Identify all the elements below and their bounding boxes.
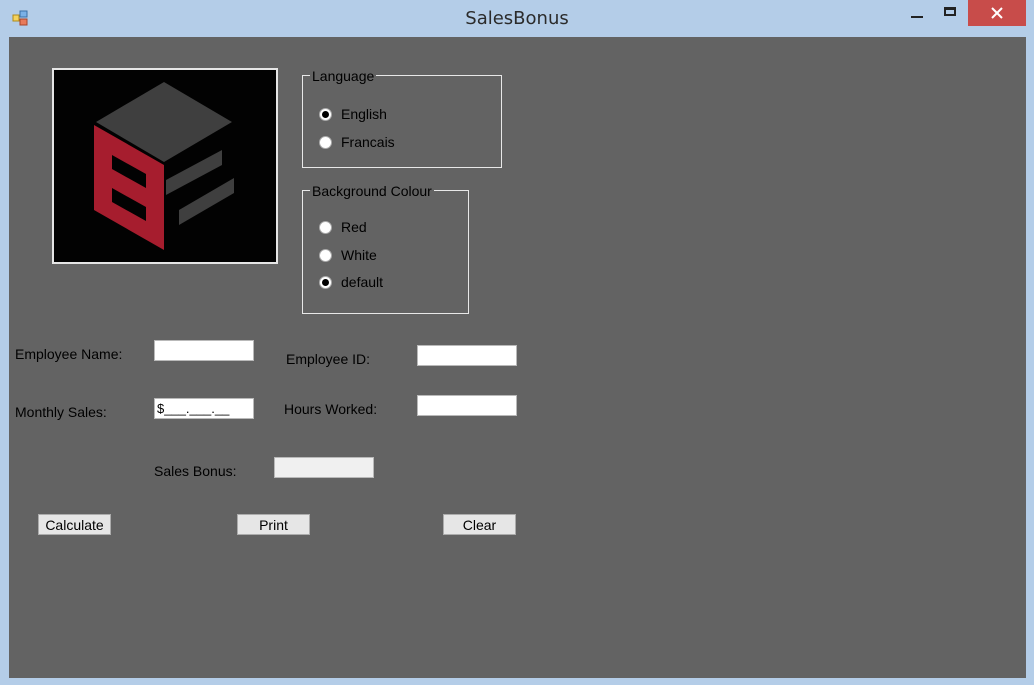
title-bar[interactable]: SalesBonus: [0, 0, 1034, 36]
radio-english-indicator[interactable]: [319, 107, 332, 121]
sales-bonus-output[interactable]: [274, 457, 374, 478]
form-client-area: Language English Francais Background Col…: [9, 37, 1026, 678]
background-colour-group: Background Colour Red White default: [302, 183, 469, 314]
employee-id-input[interactable]: [417, 345, 517, 366]
window-title: SalesBonus: [465, 8, 569, 29]
radio-default-label: default: [341, 274, 384, 290]
company-logo: [52, 68, 278, 264]
radio-white-indicator[interactable]: [319, 248, 332, 262]
monthly-sales-input[interactable]: [154, 398, 254, 419]
clear-button[interactable]: Clear: [443, 514, 516, 535]
radio-white[interactable]: White: [319, 247, 377, 263]
employee-name-label: Employee Name:: [15, 346, 123, 362]
monthly-sales-label: Monthly Sales:: [15, 404, 107, 420]
hours-worked-label: Hours Worked:: [284, 401, 378, 417]
logo-cube-icon: [94, 82, 234, 250]
print-button[interactable]: Print: [237, 514, 310, 535]
hours-worked-input[interactable]: [417, 395, 517, 416]
close-icon: [991, 7, 1003, 19]
calculate-button[interactable]: Calculate: [38, 514, 111, 535]
radio-red-indicator[interactable]: [319, 220, 332, 234]
radio-francais-indicator[interactable]: [319, 135, 332, 149]
radio-default-indicator[interactable]: [319, 275, 332, 289]
radio-red-label: Red: [341, 219, 367, 235]
radio-white-label: White: [341, 247, 377, 263]
radio-english[interactable]: English: [319, 106, 387, 122]
maximize-button[interactable]: [936, 0, 966, 26]
minimize-button[interactable]: [903, 0, 933, 26]
background-colour-group-legend: Background Colour: [310, 183, 434, 199]
radio-default[interactable]: default: [319, 274, 383, 290]
sales-bonus-label: Sales Bonus:: [154, 463, 237, 479]
radio-francais[interactable]: Francais: [319, 134, 395, 150]
language-group: Language English Francais: [302, 68, 502, 168]
window-bottom-border: [0, 678, 1034, 685]
employee-id-label: Employee ID:: [286, 351, 371, 367]
language-group-legend: Language: [310, 68, 377, 84]
employee-name-input[interactable]: [154, 340, 254, 361]
radio-francais-label: Francais: [341, 134, 395, 150]
close-button[interactable]: [968, 0, 1026, 26]
radio-red[interactable]: Red: [319, 219, 367, 235]
radio-english-label: English: [341, 106, 387, 122]
